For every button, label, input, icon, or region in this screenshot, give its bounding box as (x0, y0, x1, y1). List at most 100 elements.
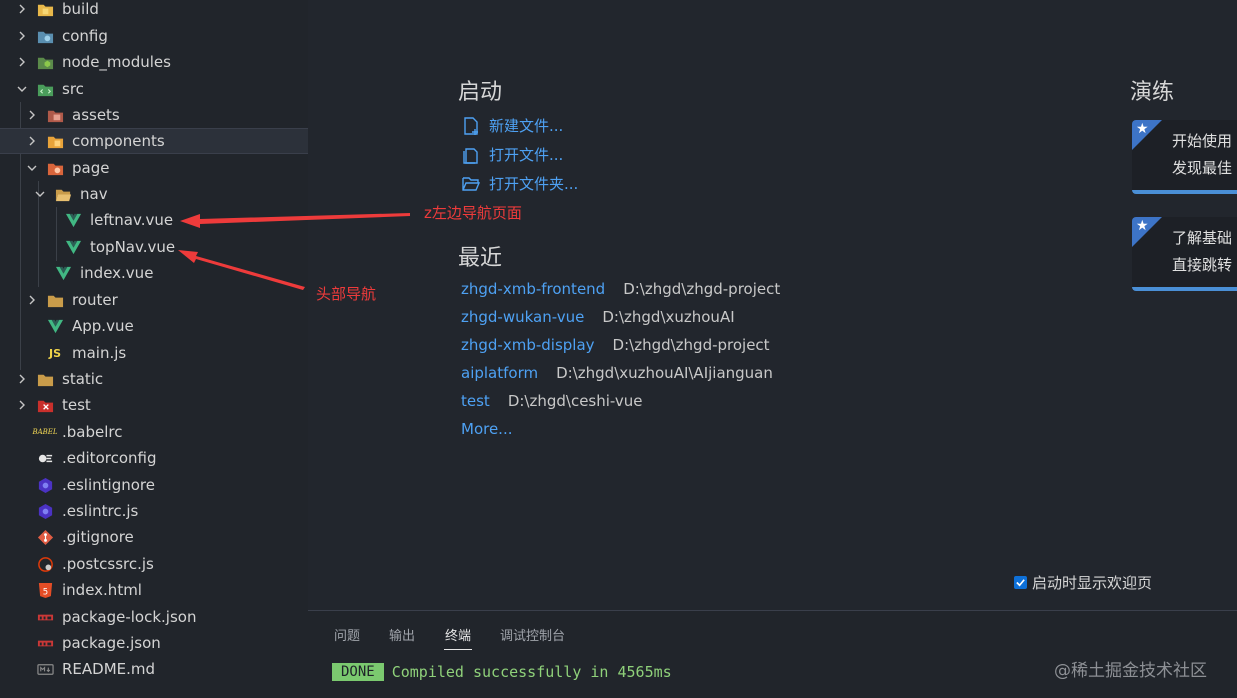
new-file-link[interactable]: 新建文件... (461, 115, 563, 136)
tree-item-label: build (62, 0, 99, 18)
tree-item-label: config (62, 27, 108, 45)
tree-item-static[interactable]: static (0, 366, 308, 392)
tree-item-label: components (72, 132, 165, 150)
bottom-panel: 问题 输出 终端 调试控制台 DONE Compiled successfull… (308, 610, 1237, 698)
tab-terminal[interactable]: 终端 (445, 625, 471, 644)
new-file-icon (464, 116, 478, 135)
tree-item-label: node_modules (62, 53, 171, 71)
tree-item-editorconfig[interactable]: .editorconfig (0, 445, 308, 471)
watermark: @稀土掘金技术社区 (1054, 661, 1207, 681)
tree-item-label: .editorconfig (62, 449, 157, 467)
recent-path: D:\zhgd\xuzhouAI\AIjianguan (556, 364, 773, 382)
tree-item-gitignore[interactable]: .gitignore (0, 524, 308, 550)
recent-name[interactable]: zhgd-xmb-frontend (461, 280, 605, 298)
star-icon: ★ (1136, 121, 1149, 137)
tree-item-label: nav (80, 185, 108, 203)
tree-item-leftnav-vue[interactable]: leftnav.vue (0, 207, 308, 233)
tree-item-index-html[interactable]: 5 index.html (0, 577, 308, 603)
html-file-icon: 5 (36, 581, 54, 599)
chevron-right-icon (16, 56, 28, 68)
tree-item-main-js[interactable]: JS main.js (0, 340, 308, 366)
tree-item-index-vue[interactable]: index.vue (0, 260, 308, 286)
tree-item-eslintignore[interactable]: .eslintignore (0, 472, 308, 498)
tree-item-label: page (72, 159, 110, 177)
open-file-label: 打开文件... (489, 146, 564, 164)
compile-message: Compiled successfully in 4565ms (391, 663, 672, 681)
topnav-annotation: 头部导航 (316, 285, 377, 303)
recent-item[interactable]: zhgd-xmb-display D:\zhgd\zhgd-project (461, 336, 770, 354)
terminal-output-line: DONE Compiled successfully in 4565ms (332, 663, 672, 681)
tree-item-build[interactable]: build (0, 0, 308, 22)
tree-item-node-modules[interactable]: node_modules (0, 49, 308, 75)
walkthrough-card[interactable]: ★ 开始使用 发现最佳 (1132, 120, 1237, 194)
folder-build-icon (36, 0, 54, 18)
open-folder-label: 打开文件夹... (489, 175, 579, 193)
vue-file-icon (64, 211, 82, 229)
folder-assets-icon (46, 106, 64, 124)
open-file-icon (463, 147, 478, 164)
show-welcome-checkbox[interactable]: 启动时显示欢迎页 (1014, 572, 1152, 593)
npm-file-icon (36, 634, 54, 652)
vue-file-icon (64, 238, 82, 256)
vue-file-icon (46, 317, 64, 335)
babel-file-icon: BABEL (32, 428, 58, 436)
tree-item-label: main.js (72, 344, 127, 362)
tree-item-label: test (62, 396, 91, 414)
tree-item-label: static (62, 370, 104, 388)
tree-item-label: .eslintignore (62, 476, 155, 494)
welcome-page: 启动 新建文件... 打开文件... 打开文件夹... 最近 zhgd-xmb-… (308, 0, 1237, 610)
tree-item-components[interactable]: components (0, 128, 308, 154)
folder-page-icon (46, 159, 64, 177)
tree-item-eslintrc-js[interactable]: .eslintrc.js (0, 498, 308, 524)
recent-path: D:\zhgd\ceshi-vue (507, 392, 643, 410)
tree-item-router[interactable]: router (0, 287, 308, 313)
git-file-icon (36, 528, 54, 546)
recent-item[interactable]: zhgd-xmb-frontend D:\zhgd\zhgd-project (461, 280, 780, 298)
recent-item[interactable]: zhgd-wukan-vue D:\zhgd\xuzhouAI (461, 308, 735, 326)
chevron-right-icon (26, 294, 38, 306)
open-file-link[interactable]: 打开文件... (461, 144, 563, 165)
tree-item-label: package.json (62, 634, 161, 652)
tree-item-babelrc[interactable]: BABEL .babelrc (0, 419, 308, 445)
tree-item-config[interactable]: config (0, 23, 308, 49)
recent-name[interactable]: aiplatform (461, 364, 538, 382)
tree-item-package-lock-json[interactable]: package-lock.json (0, 604, 308, 630)
recent-name[interactable]: test (461, 392, 490, 410)
tree-item-assets[interactable]: assets (0, 102, 308, 128)
more-recent-link[interactable]: More... (461, 420, 531, 438)
tree-item-label: index.html (62, 581, 142, 599)
tree-item-page[interactable]: page (0, 155, 308, 181)
tree-item-topnav-vue[interactable]: topNav.vue (0, 234, 308, 260)
tree-item-package-json[interactable]: package.json (0, 630, 308, 656)
chevron-right-icon (26, 135, 38, 147)
tree-item-label: .eslintrc.js (62, 502, 139, 520)
folder-components-icon (46, 132, 64, 150)
tree-item-src[interactable]: src (0, 76, 308, 102)
tree-item-test[interactable]: test (0, 392, 308, 418)
folder-config-icon (36, 27, 54, 45)
tree-item-app-vue[interactable]: App.vue (0, 313, 308, 339)
tree-item-label: router (72, 291, 118, 309)
recent-name[interactable]: zhgd-wukan-vue (461, 308, 584, 326)
tree-item-nav[interactable]: nav (0, 181, 308, 207)
recent-item[interactable]: test D:\zhgd\ceshi-vue (461, 392, 643, 410)
tree-item-postcssrc-js[interactable]: .postcssrc.js (0, 551, 308, 577)
tab-output[interactable]: 输出 (389, 625, 415, 644)
open-folder-icon (462, 176, 481, 191)
open-folder-link[interactable]: 打开文件夹... (461, 173, 578, 194)
eslint-file-icon (36, 476, 54, 494)
tree-item-readme-md[interactable]: README.md (0, 656, 308, 682)
walkthrough-card[interactable]: ★ 了解基础 直接跳转 (1132, 217, 1237, 291)
chevron-down-icon (16, 83, 28, 95)
card-title: 开始使用 (1172, 132, 1233, 150)
card-description: 发现最佳 (1172, 159, 1233, 177)
tab-debug-console[interactable]: 调试控制台 (500, 625, 565, 644)
folder-open-icon (54, 185, 72, 203)
tab-problems[interactable]: 问题 (334, 625, 360, 644)
chevron-down-icon (34, 188, 46, 200)
show-welcome-label: 启动时显示欢迎页 (1032, 574, 1153, 592)
recent-name[interactable]: zhgd-xmb-display (461, 336, 595, 354)
recent-path: D:\zhgd\xuzhouAI (602, 308, 735, 326)
tree-item-label: .gitignore (62, 528, 134, 546)
recent-item[interactable]: aiplatform D:\zhgd\xuzhouAI\AIjianguan (461, 364, 773, 382)
